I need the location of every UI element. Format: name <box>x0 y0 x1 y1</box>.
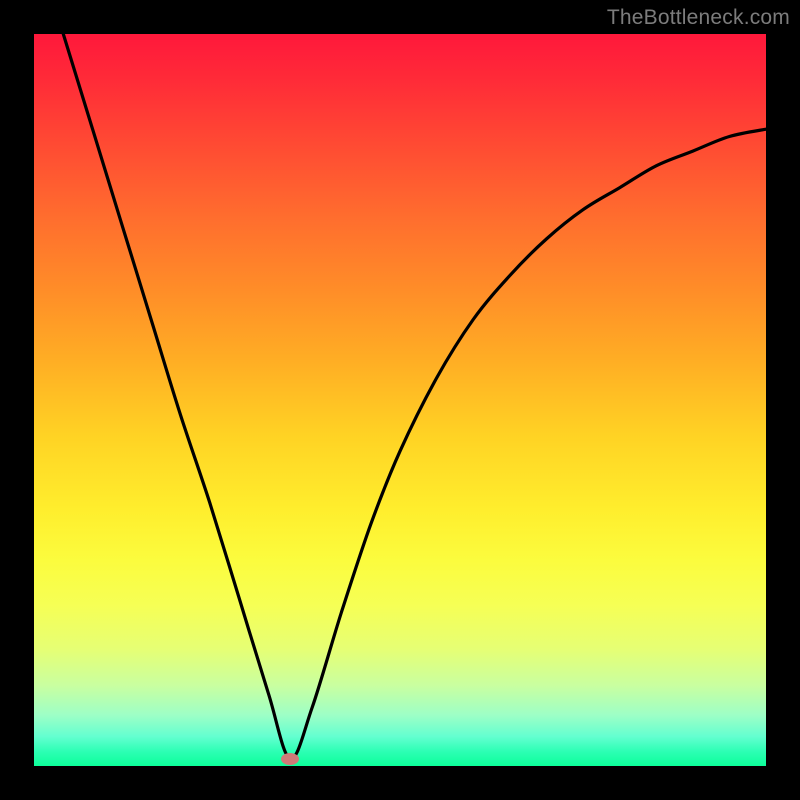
chart-frame: TheBottleneck.com <box>0 0 800 800</box>
plot-area <box>34 34 766 766</box>
bottleneck-curve <box>34 34 766 766</box>
optimal-marker <box>281 753 299 765</box>
watermark-text: TheBottleneck.com <box>607 6 790 30</box>
